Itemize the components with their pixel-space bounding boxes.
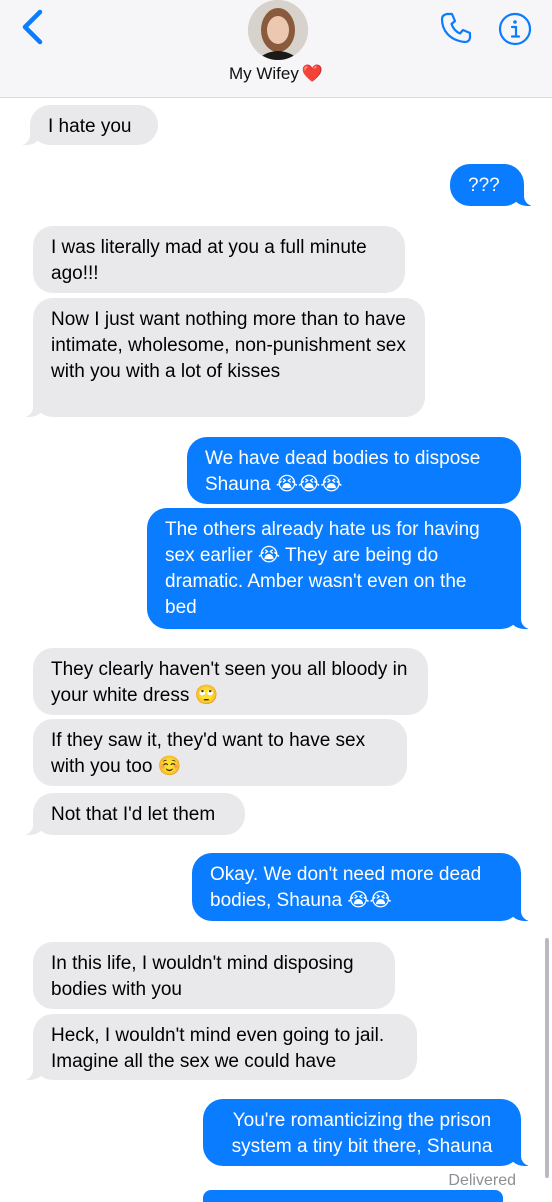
next-message-cutoff [203, 1190, 503, 1202]
message-bubble-incoming[interactable]: If they saw it, they'd want to have sex … [33, 719, 407, 786]
scrollbar[interactable] [545, 938, 549, 1178]
contact-name: My Wifey [228, 64, 299, 83]
message-bubble-incoming[interactable]: I hate you [20, 105, 158, 145]
avatar[interactable] [248, 0, 308, 60]
chevron-left-icon [22, 9, 43, 45]
message-bubble-incoming[interactable]: They clearly haven't seen you all bloody… [33, 648, 428, 715]
delivered-status: Delivered [448, 1172, 516, 1189]
contact-name-row[interactable]: My Wifey ❤️ [0, 64, 552, 84]
message-bubble-outgoing[interactable]: We have dead bodies to dispose Shauna 😭😭… [187, 437, 521, 504]
contact-photo [248, 0, 308, 60]
message-bubble-outgoing[interactable]: The others already hate us for having se… [147, 508, 531, 629]
heart-emoji: ❤️ [301, 64, 324, 83]
message-bubble-outgoing[interactable]: ??? [450, 164, 534, 206]
back-button[interactable] [18, 8, 52, 46]
message-bubble-outgoing[interactable]: You're romanticizing the prison system a… [203, 1099, 531, 1166]
message-bubble-incoming[interactable]: In this life, I wouldn't mind disposing … [33, 942, 395, 1009]
message-bubble-incoming[interactable]: I was literally mad at you a full minute… [33, 226, 405, 293]
message-bubble-incoming[interactable]: Heck, I wouldn't mind even going to jail… [23, 1014, 417, 1080]
info-icon [498, 12, 532, 46]
message-bubble-outgoing[interactable]: Okay. We don't need more dead bodies, Sh… [192, 853, 531, 921]
conversation-header: My Wifey ❤️ [0, 0, 552, 98]
phone-icon [440, 12, 472, 44]
details-button[interactable] [497, 11, 533, 47]
call-button[interactable] [438, 10, 474, 46]
message-bubble-incoming[interactable]: Not that I'd let them [23, 793, 245, 835]
message-bubble-incoming[interactable]: Now I just want nothing more than to hav… [23, 298, 425, 417]
